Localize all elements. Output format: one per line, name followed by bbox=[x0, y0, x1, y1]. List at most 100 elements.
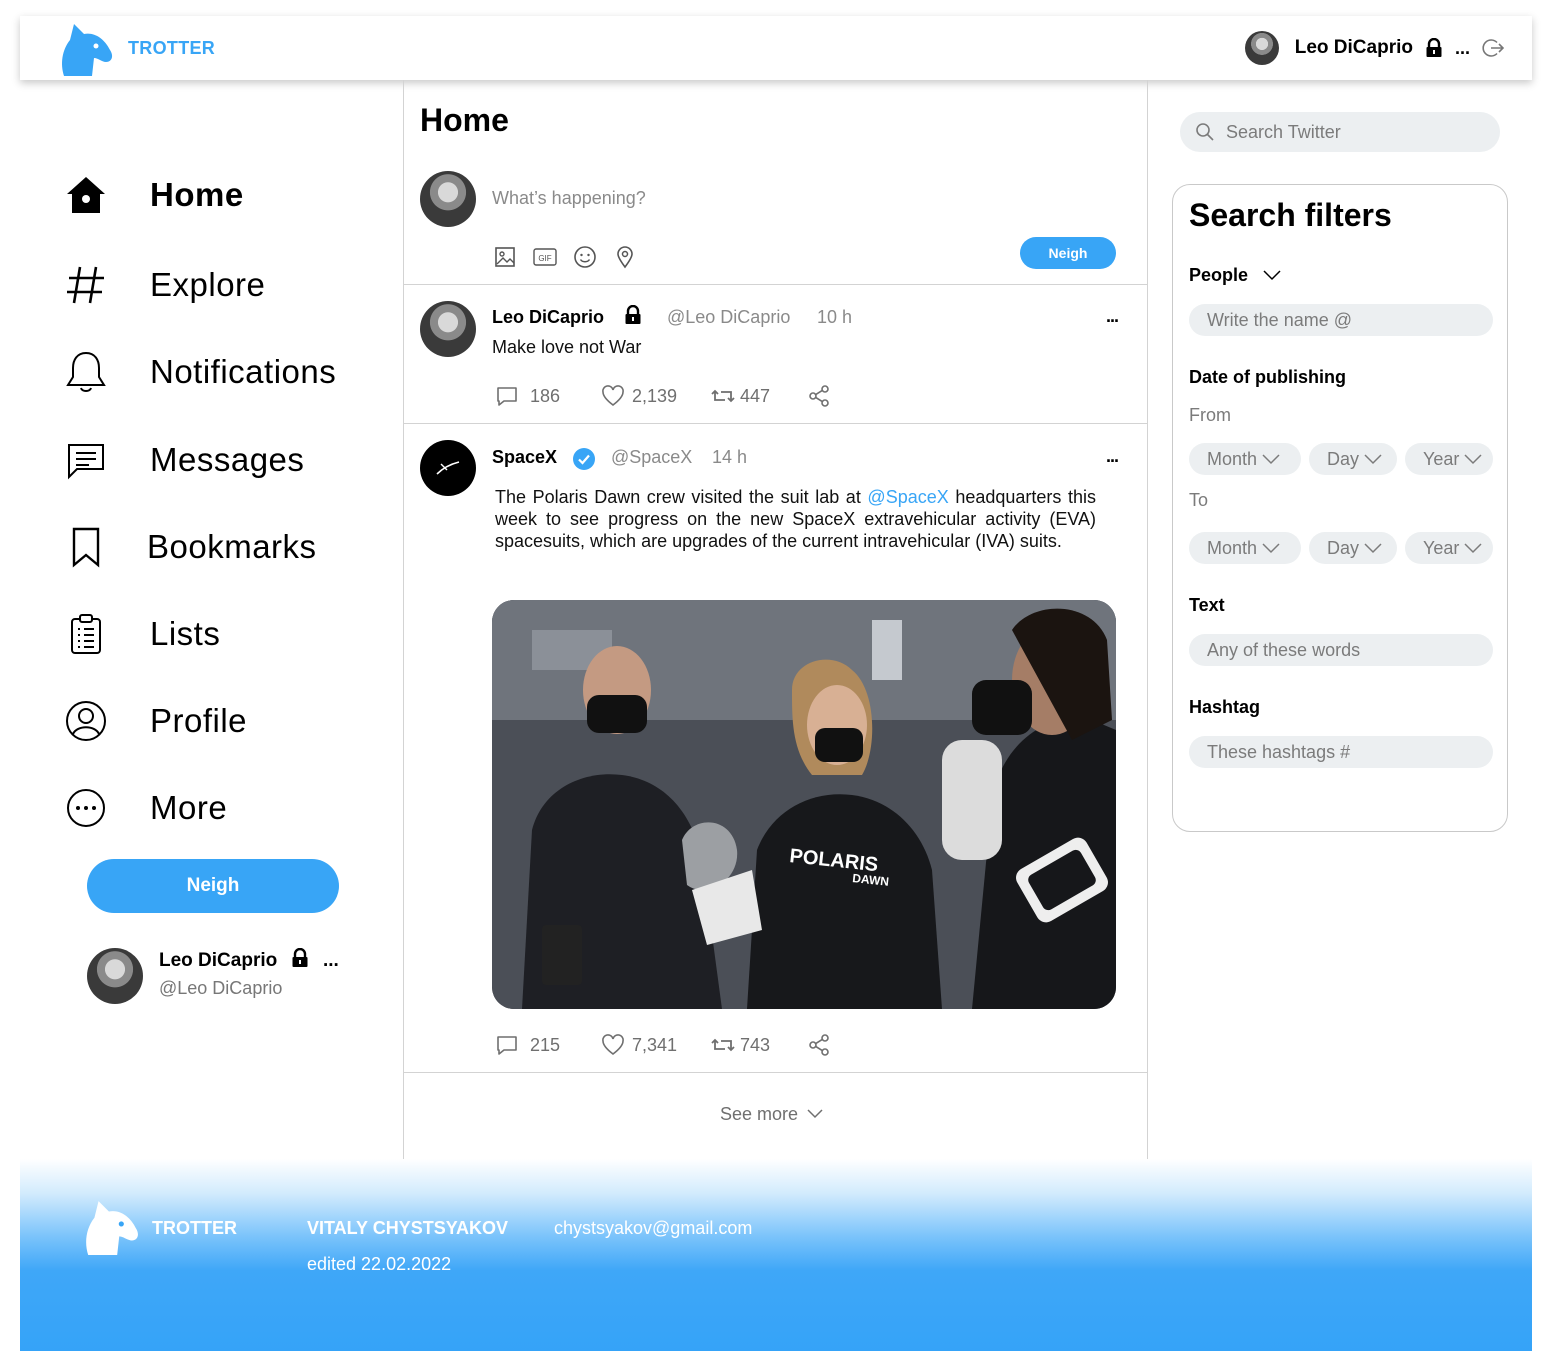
retweet-button[interactable]: 743 bbox=[710, 1032, 806, 1058]
left-divider bbox=[403, 80, 404, 1159]
sidebar-item-lists[interactable]: Lists bbox=[62, 604, 220, 664]
reply-button[interactable]: 186 bbox=[494, 383, 600, 409]
brand-name[interactable]: TROTTER bbox=[128, 38, 215, 59]
heart-icon bbox=[600, 383, 626, 409]
tweet-time: 10 h bbox=[817, 307, 853, 327]
hashtag-field[interactable]: These hashtags # bbox=[1189, 736, 1493, 768]
to-month-select[interactable]: Month bbox=[1189, 532, 1301, 564]
header-user-name[interactable]: Leo DiCaprio bbox=[1295, 37, 1413, 59]
divider bbox=[404, 423, 1147, 424]
chevron-down-icon bbox=[1261, 538, 1281, 559]
from-year-select[interactable]: Year bbox=[1405, 443, 1493, 475]
tweet-photo[interactable]: POLARIS DAWN bbox=[492, 600, 1116, 1009]
profile-icon bbox=[62, 697, 110, 745]
page-title: Home bbox=[420, 102, 509, 138]
sidebar-item-notifications[interactable]: Notifications bbox=[62, 342, 336, 402]
verified-icon bbox=[572, 447, 596, 476]
tweet-text: Make love not War bbox=[492, 337, 642, 357]
divider bbox=[404, 284, 1147, 285]
search-input[interactable]: Search Twitter bbox=[1180, 112, 1500, 152]
share-button[interactable] bbox=[806, 383, 832, 409]
sidebar-item-label: Notifications bbox=[150, 353, 337, 390]
see-more-button[interactable]: See more bbox=[720, 1104, 824, 1125]
text-label: Text bbox=[1189, 595, 1225, 615]
neigh-button[interactable]: Neigh bbox=[87, 859, 339, 913]
search-placeholder: Search Twitter bbox=[1226, 121, 1341, 142]
sidebar-item-explore[interactable]: Explore bbox=[62, 255, 265, 315]
people-name-field[interactable]: Write the name @ bbox=[1189, 304, 1493, 336]
like-count: 2,139 bbox=[632, 385, 678, 406]
heart-icon bbox=[600, 1032, 626, 1058]
to-label: To bbox=[1189, 490, 1209, 510]
people-label: People bbox=[1189, 265, 1249, 285]
sidebar-item-label: Home bbox=[150, 176, 244, 213]
gif-icon[interactable]: GIF bbox=[532, 244, 558, 270]
sidebar-item-label: More bbox=[150, 789, 228, 826]
tweet-author-handle[interactable]: @Leo DiCaprio bbox=[667, 307, 790, 328]
avatar[interactable] bbox=[87, 948, 143, 1004]
reply-icon bbox=[494, 383, 520, 409]
sidebar-item-more[interactable]: More bbox=[62, 778, 227, 838]
sidebar-item-bookmarks[interactable]: Bookmarks bbox=[62, 517, 316, 577]
clipboard-icon bbox=[62, 610, 110, 658]
reply-button[interactable]: 215 bbox=[494, 1032, 600, 1058]
reply-icon bbox=[494, 1032, 520, 1058]
to-year-select[interactable]: Year bbox=[1405, 532, 1493, 564]
sidebar-item-label: Lists bbox=[150, 615, 221, 652]
search-filters-panel: Search filters People Write the name @ D… bbox=[1172, 184, 1508, 832]
bookmark-icon bbox=[62, 523, 110, 571]
compose-neigh-button[interactable]: Neigh bbox=[1020, 237, 1116, 269]
share-icon bbox=[806, 383, 832, 409]
lock-icon bbox=[291, 947, 309, 973]
footer-email-link[interactable]: chystsyakov@gmail.com bbox=[554, 1218, 752, 1239]
sidebar-user[interactable]: Leo DiCaprio ... @Leo DiCaprio bbox=[87, 947, 357, 1006]
home-icon bbox=[62, 171, 110, 219]
like-button[interactable]: 7,341 bbox=[600, 1032, 710, 1058]
sidebar-item-home[interactable]: Home bbox=[62, 165, 243, 225]
sidebar-item-profile[interactable]: Profile bbox=[62, 691, 247, 751]
people-filter-toggle[interactable]: People bbox=[1189, 265, 1282, 286]
like-count: 7,341 bbox=[632, 1034, 678, 1055]
bell-icon bbox=[62, 348, 110, 396]
compose-input[interactable]: What’s happening? bbox=[492, 188, 646, 209]
see-more-label: See more bbox=[720, 1104, 799, 1124]
like-button[interactable]: 2,139 bbox=[600, 383, 710, 409]
horse-logo-icon[interactable] bbox=[82, 1197, 142, 1255]
year-value: Year bbox=[1423, 448, 1460, 469]
emoji-icon[interactable] bbox=[572, 244, 598, 270]
avatar[interactable] bbox=[420, 301, 476, 357]
tweet-text-part: The Polaris Dawn crew visited the suit l… bbox=[495, 487, 868, 507]
filters-title: Search filters bbox=[1189, 197, 1392, 233]
tweet-author-name[interactable]: Leo DiCaprio bbox=[492, 307, 604, 328]
location-icon[interactable] bbox=[612, 244, 638, 270]
avatar[interactable] bbox=[1244, 31, 1279, 65]
day-value: Day bbox=[1327, 448, 1360, 469]
reply-count: 215 bbox=[530, 1034, 561, 1055]
image-icon[interactable] bbox=[492, 244, 518, 270]
tweet-author-name[interactable]: SpaceX bbox=[492, 447, 557, 468]
share-button[interactable] bbox=[806, 1032, 832, 1058]
spacex-avatar[interactable] bbox=[420, 440, 476, 496]
logout-icon[interactable] bbox=[1482, 37, 1504, 59]
tweet-author-handle[interactable]: @SpaceX bbox=[611, 447, 692, 468]
from-day-select[interactable]: Day bbox=[1309, 443, 1397, 475]
retweet-icon bbox=[710, 383, 736, 409]
sidebar-item-messages[interactable]: Messages bbox=[62, 430, 304, 490]
chevron-down-icon bbox=[1363, 449, 1383, 470]
chevron-down-icon bbox=[1262, 265, 1282, 286]
footer-edited-date: edited 22.02.2022 bbox=[307, 1254, 452, 1274]
year-value: Year bbox=[1423, 537, 1460, 558]
text-words-field[interactable]: Any of these words bbox=[1189, 634, 1493, 666]
to-day-select[interactable]: Day bbox=[1309, 532, 1397, 564]
mention-link[interactable]: @SpaceX bbox=[867, 487, 948, 507]
horse-logo-icon[interactable] bbox=[58, 20, 116, 76]
avatar[interactable] bbox=[420, 171, 476, 227]
header-more-button[interactable]: ... bbox=[1455, 38, 1470, 59]
retweet-button[interactable]: 447 bbox=[710, 383, 806, 409]
tweet-more-button[interactable]: ... bbox=[1106, 446, 1119, 467]
tweet-more-button[interactable]: ... bbox=[1106, 306, 1119, 327]
sidebar-user-more-button[interactable]: ... bbox=[323, 950, 339, 972]
from-month-select[interactable]: Month bbox=[1189, 443, 1301, 475]
lock-icon bbox=[1425, 38, 1443, 58]
footer-brand[interactable]: TROTTER bbox=[152, 1218, 237, 1239]
